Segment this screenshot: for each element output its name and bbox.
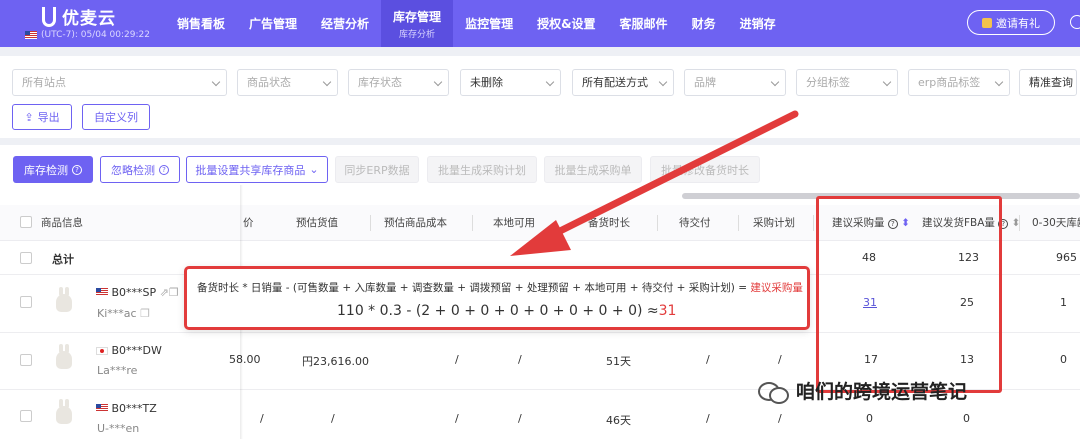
calc-result: 31: [658, 303, 677, 319]
calc-line: 110 * 0.3 - (2 + 0 + 0 + 0 + 0 + 0 + 0 +…: [337, 303, 676, 319]
formula-result: 建议采购量: [750, 282, 803, 294]
formula-text: 备货时长 * 日销量 - (可售数量 + 入库数量 + 调查数量 + 调拨预留 …: [197, 282, 751, 294]
watermark: 咱们的跨境运营笔记: [758, 377, 967, 404]
annotation-arrow-layer: [510, 110, 799, 256]
watermark-text: 咱们的跨境运营笔记: [796, 381, 968, 403]
app-root: 优麦云 (UTC-7): 05/04 00:29:22 销售看板 广告管理 经营…: [0, 0, 1080, 439]
calc-text: 110 * 0.3 - (2 + 0 + 0 + 0 + 0 + 0 + 0 +…: [337, 303, 659, 319]
wechat-icon: [758, 380, 789, 404]
formula-line: 备货时长 * 日销量 - (可售数量 + 入库数量 + 调查数量 + 调拨预留 …: [197, 280, 803, 295]
annotation-arrow-icon: [544, 110, 799, 241]
arrow-head-icon: [510, 220, 571, 256]
formula-tooltip: 备货时长 * 日销量 - (可售数量 + 入库数量 + 调查数量 + 调拨预留 …: [184, 266, 810, 330]
